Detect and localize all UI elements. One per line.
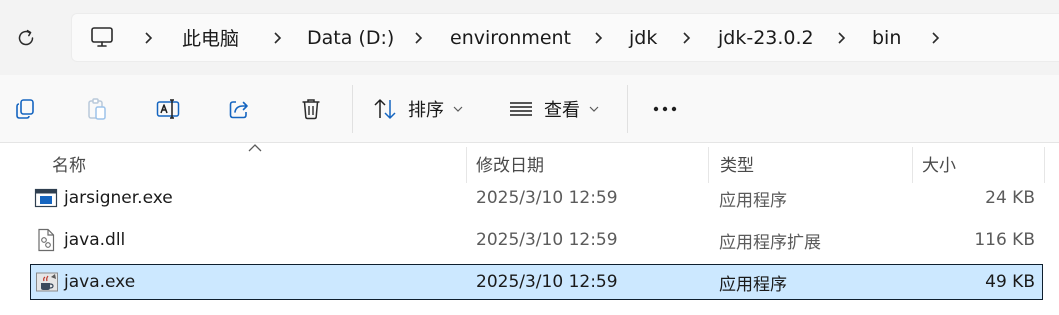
chevron-right-icon[interactable]	[410, 14, 426, 61]
copy-icon	[16, 99, 34, 119]
exe-window-icon	[34, 188, 58, 208]
view-label: 查看	[544, 100, 580, 121]
file-name: java.dll	[64, 230, 126, 250]
breadcrumb-environment[interactable]: environment	[450, 14, 571, 61]
chevron-right-icon[interactable]	[269, 14, 285, 61]
file-modified: 2025/3/10 12:59	[476, 230, 618, 250]
column-type[interactable]: 类型	[720, 143, 912, 183]
rename-icon	[156, 99, 180, 119]
file-type: 应用程序	[719, 190, 787, 211]
chevron-down-icon	[453, 106, 463, 112]
more-dots-icon	[653, 106, 677, 112]
file-row-java-exe[interactable]: java.exe 2025/3/10 12:59 应用程序 49 KB	[30, 264, 1043, 300]
share-icon	[229, 101, 248, 119]
chevron-down-icon	[589, 106, 599, 112]
file-size: 49 KB	[985, 272, 1035, 292]
column-divider[interactable]	[466, 147, 467, 183]
trash-icon	[302, 99, 320, 120]
sort-button[interactable]: 排序	[372, 92, 472, 126]
command-bar: 排序 查看	[0, 75, 1059, 143]
view-list-icon	[510, 102, 532, 116]
delete-button[interactable]	[294, 92, 328, 126]
file-row-jarsigner[interactable]: jarsigner.exe 2025/3/10 12:59 应用程序 24 KB	[30, 180, 1043, 216]
view-button[interactable]: 查看	[508, 92, 608, 126]
chevron-right-icon[interactable]	[140, 14, 156, 61]
java-cup-icon	[36, 272, 58, 292]
sort-arrows-icon	[374, 99, 396, 119]
column-divider[interactable]	[1044, 147, 1045, 183]
breadcrumb-jdk-version[interactable]: jdk-23.0.2	[718, 14, 814, 61]
file-modified: 2025/3/10 12:59	[476, 272, 618, 292]
chevron-right-icon[interactable]	[678, 14, 694, 61]
address-bar-row: 此电脑 Data (D:) environment jdk jdk-23.0.2…	[0, 0, 1059, 75]
chevron-right-icon[interactable]	[927, 14, 943, 61]
sort-label: 排序	[408, 100, 444, 121]
chevron-right-icon[interactable]	[590, 14, 606, 61]
column-header-row: 名称 修改日期 类型 大小	[0, 143, 1059, 183]
chevron-right-icon[interactable]	[833, 14, 849, 61]
more-options-button[interactable]	[648, 92, 682, 126]
address-box[interactable]: 此电脑 Data (D:) environment jdk jdk-23.0.2…	[71, 13, 1059, 62]
dll-gear-file-icon	[38, 228, 55, 252]
refresh-icon	[18, 29, 34, 46]
toolbar-divider	[627, 85, 628, 133]
breadcrumb-jdk[interactable]: jdk	[629, 14, 657, 61]
breadcrumb-bin[interactable]: bin	[872, 14, 901, 61]
share-button[interactable]	[222, 92, 256, 126]
paste-button[interactable]	[80, 92, 114, 126]
file-modified: 2025/3/10 12:59	[476, 188, 618, 208]
column-name[interactable]: 名称	[52, 143, 466, 183]
file-name: java.exe	[64, 272, 136, 292]
column-modified[interactable]: 修改日期	[476, 143, 708, 183]
file-row-java-dll[interactable]: java.dll 2025/3/10 12:59 应用程序扩展 116 KB	[30, 222, 1043, 258]
file-type: 应用程序	[719, 274, 787, 295]
breadcrumb-this-pc[interactable]: 此电脑	[182, 14, 239, 61]
column-divider[interactable]	[912, 147, 913, 183]
toolbar-divider	[352, 85, 353, 133]
rename-button[interactable]	[151, 92, 185, 126]
refresh-button[interactable]	[10, 22, 42, 54]
file-name: jarsigner.exe	[64, 188, 173, 208]
computer-icon	[91, 27, 113, 47]
paste-icon	[88, 98, 106, 120]
column-divider[interactable]	[708, 147, 709, 183]
file-type: 应用程序扩展	[719, 232, 821, 253]
breadcrumb-data-drive[interactable]: Data (D:)	[307, 14, 394, 61]
copy-button[interactable]	[8, 92, 42, 126]
file-size: 24 KB	[985, 188, 1035, 208]
file-size: 116 KB	[974, 230, 1035, 250]
column-size[interactable]: 大小	[922, 143, 1042, 183]
